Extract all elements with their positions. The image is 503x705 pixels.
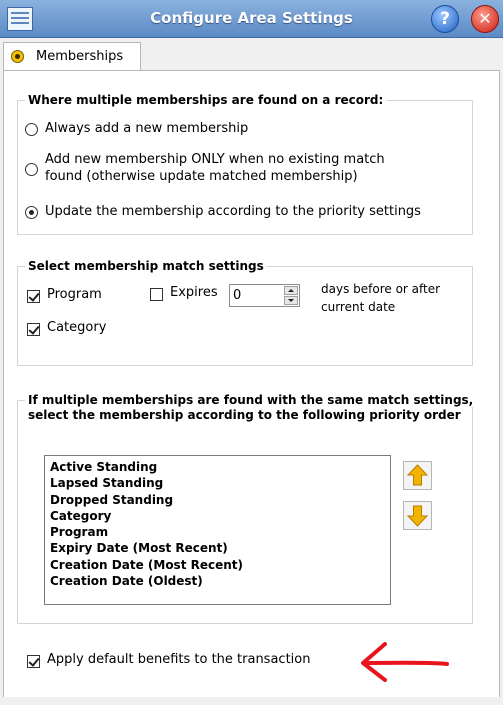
close-button[interactable]: ✕ [471,5,499,33]
list-item[interactable]: Lapsed Standing [45,475,390,491]
radio-add-only-no-match-label-line1: Add new membership ONLY when no existing… [45,152,385,167]
list-item[interactable]: Dropped Standing [45,492,390,508]
apply-benefits-label[interactable]: Apply default benefits to the transactio… [47,652,310,667]
radio-update-priority-circle[interactable] [25,206,38,219]
radio-update-priority-label: Update the membership according to the p… [45,204,421,219]
priority-listbox[interactable]: Active Standing Lapsed Standing Dropped … [44,455,391,605]
radio-add-only-no-match-circle[interactable] [25,163,38,176]
days-note-line1: days before or after [321,282,441,296]
priority-title-line1: If multiple memberships are found with t… [25,393,477,407]
radio-update-priority[interactable]: Update the membership according to the p… [25,204,465,222]
list-item[interactable]: Expiry Date (Most Recent) [45,540,390,556]
arrow-up-icon [406,464,429,486]
spinner-buttons [284,286,298,305]
tab-memberships-label: Memberships [36,49,124,64]
list-item[interactable]: Creation Date (Oldest) [45,573,390,589]
window-title: Configure Area Settings [150,9,353,27]
spinner-up-button[interactable] [284,286,298,295]
radio-add-only-no-match-label-line2: found (otherwise update matched membersh… [45,169,358,184]
days-note-line2: current date [321,300,396,314]
apply-benefits-checkbox[interactable] [27,655,40,668]
radio-always-add[interactable]: Always add a new membership [25,121,465,139]
tab-strip: Memberships [0,38,503,71]
window-bottom-edge [0,697,503,705]
program-label[interactable]: Program [47,287,102,302]
tab-memberships[interactable]: Memberships [3,42,141,71]
program-checkbox[interactable] [27,290,40,303]
match-settings-group [17,266,473,366]
title-bar: Configure Area Settings ? ✕ [0,0,503,38]
category-label[interactable]: Category [47,320,106,335]
list-item[interactable]: Active Standing [45,459,390,475]
spinner-down-button[interactable] [284,296,298,305]
priority-title-line2: select the membership according to the f… [25,408,464,422]
expires-days-value[interactable]: 0 [233,288,241,303]
radio-always-add-label: Always add a new membership [45,121,249,136]
list-item[interactable]: Creation Date (Most Recent) [45,557,390,573]
match-settings-title: Select membership match settings [25,259,267,273]
list-item[interactable]: Program [45,524,390,540]
expires-days-spinner[interactable]: 0 [229,284,300,307]
radio-add-only-no-match[interactable]: Add new membership ONLY when no existing… [25,152,465,188]
expires-label[interactable]: Expires [170,285,218,300]
move-up-button[interactable] [403,461,432,490]
list-item[interactable]: Category [45,508,390,524]
move-down-button[interactable] [403,501,432,530]
membership-badge-icon [11,50,24,63]
arrow-down-icon [406,505,429,527]
expires-checkbox[interactable] [150,288,163,301]
category-checkbox[interactable] [27,323,40,336]
help-button[interactable]: ? [431,5,459,33]
radio-always-add-circle[interactable] [25,123,38,136]
multiple-memberships-title: Where multiple memberships are found on … [25,93,387,107]
annotation-arrow-icon [361,642,449,682]
